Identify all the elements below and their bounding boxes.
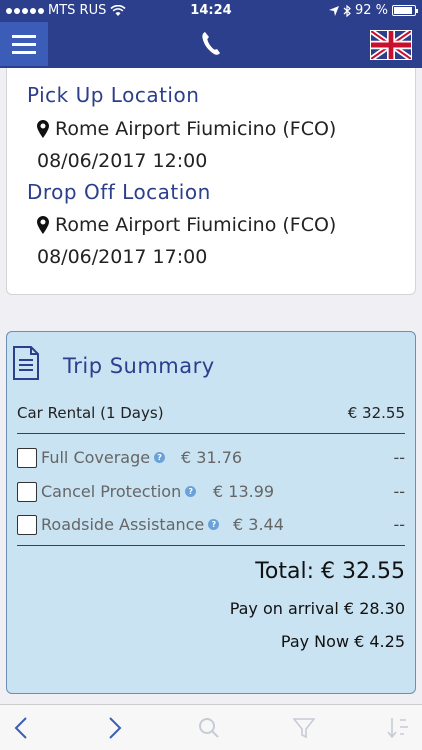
dropoff-datetime: 08/06/2017 17:00: [37, 246, 208, 268]
cancel-protection-checkbox[interactable]: [17, 482, 37, 502]
cancel-protection-selected-price: --: [393, 482, 405, 501]
pay-now: Pay Now € 4.25: [280, 632, 405, 651]
help-icon[interactable]: ?: [208, 519, 220, 530]
pay-on-arrival: Pay on arrival € 28.30: [229, 599, 405, 618]
roadside-assistance-selected-price: --: [393, 515, 405, 534]
location-card: Pick Up Location Rome Airport Fiumicino …: [6, 68, 416, 295]
pickup-datetime: 08/06/2017 12:00: [37, 150, 208, 172]
sort-icon: [387, 718, 408, 739]
filter-button[interactable]: [289, 713, 319, 743]
roadside-assistance-price: € 3.44: [233, 515, 284, 534]
status-bar: MTS RUS 14:24 92 %: [0, 0, 422, 22]
car-rental-row: Car Rental (1 Days) € 32.55: [17, 404, 405, 422]
location-arrow-icon: [328, 5, 339, 16]
car-rental-label: Car Rental (1 Days): [17, 404, 164, 422]
option-full-coverage: Full Coverage ? € 31.76 --: [17, 448, 405, 470]
pickup-place-label: Rome Airport Fiumicino (FCO): [55, 118, 337, 140]
battery-icon: [392, 5, 418, 16]
pickup-place: Rome Airport Fiumicino (FCO): [37, 118, 336, 140]
bluetooth-icon: [343, 4, 351, 17]
option-cancel-protection: Cancel Protection ? € 13.99 --: [17, 482, 405, 504]
battery-percent: 92 %: [354, 3, 388, 18]
cancel-protection-price: € 13.99: [213, 482, 275, 501]
dropoff-title: Drop Off Location: [27, 180, 211, 204]
trip-summary-title: Trip Summary: [63, 354, 215, 378]
full-coverage-price: € 31.76: [181, 448, 243, 467]
status-right: 92 %: [328, 3, 418, 18]
roadside-assistance-label: Roadside Assistance: [41, 515, 205, 534]
total-price: Total: € 32.55: [255, 559, 405, 584]
chevron-left-icon: [14, 717, 27, 739]
filter-icon: [293, 718, 315, 739]
chevron-right-icon: [109, 717, 122, 739]
bottom-toolbar: [0, 704, 422, 750]
hamburger-icon: [12, 34, 36, 38]
help-icon[interactable]: ?: [154, 452, 166, 463]
uk-flag-icon[interactable]: [370, 30, 412, 60]
car-rental-price: € 32.55: [347, 404, 405, 422]
roadside-assistance-checkbox[interactable]: [17, 515, 37, 535]
divider: [17, 433, 405, 434]
nav-bar: [0, 22, 422, 68]
option-roadside-assistance: Roadside Assistance ? € 3.44 --: [17, 515, 405, 537]
dropoff-place-label: Rome Airport Fiumicino (FCO): [55, 214, 337, 236]
map-marker-icon: [37, 216, 49, 234]
help-icon[interactable]: ?: [185, 486, 197, 497]
search-button[interactable]: [194, 713, 224, 743]
phone-icon[interactable]: [196, 28, 226, 58]
dropoff-place: Rome Airport Fiumicino (FCO): [37, 214, 336, 236]
full-coverage-label: Full Coverage: [41, 448, 151, 467]
divider: [17, 545, 405, 546]
map-marker-icon: [37, 120, 49, 138]
document-icon: [13, 346, 39, 380]
back-button[interactable]: [6, 713, 36, 743]
pickup-title: Pick Up Location: [27, 83, 200, 107]
full-coverage-checkbox[interactable]: [17, 448, 37, 468]
full-coverage-selected-price: --: [393, 448, 405, 467]
menu-button[interactable]: [0, 22, 48, 66]
search-icon: [199, 718, 219, 738]
trip-summary-card: Trip Summary Car Rental (1 Days) € 32.55…: [6, 331, 416, 694]
forward-button[interactable]: [100, 713, 130, 743]
cancel-protection-label: Cancel Protection: [41, 482, 182, 501]
sort-button[interactable]: [384, 713, 414, 743]
